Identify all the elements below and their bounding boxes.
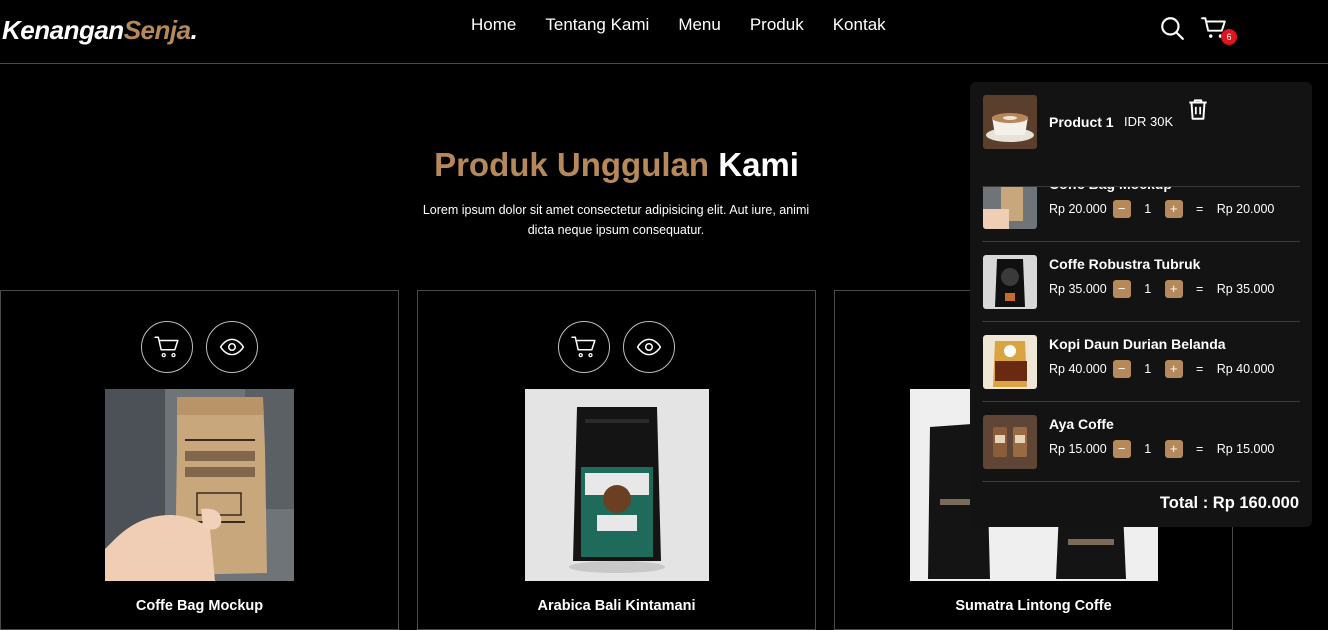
cart-item-featured: Product 1 IDR 30K <box>982 82 1300 187</box>
decrease-qty-button[interactable]: − <box>1112 280 1131 298</box>
equals-sign: = <box>1196 282 1204 296</box>
cart-count-badge: 6 <box>1221 29 1237 45</box>
add-to-cart-button[interactable] <box>558 321 610 373</box>
cart-icon <box>571 336 596 358</box>
brand-dot: . <box>190 15 198 45</box>
increase-qty-button[interactable]: + <box>1164 200 1183 218</box>
cart-item-subtotal: Rp 15.000 <box>1216 442 1275 456</box>
cart-item-price: IDR 30K <box>1124 114 1174 129</box>
search-icon[interactable] <box>1159 15 1185 41</box>
cart-item-price: Rp 40.000 <box>1049 362 1107 376</box>
cart-item-thumbnail <box>983 415 1037 469</box>
product-name: Arabica Bali Kintamani <box>537 598 696 614</box>
product-name: Sumatra Lintong Coffe <box>955 598 1112 614</box>
cart-item-thumbnail <box>983 95 1037 149</box>
increase-qty-button[interactable]: + <box>1164 280 1183 298</box>
view-detail-button[interactable] <box>623 321 675 373</box>
product-card: Coffe Bag Mockup <box>0 290 399 630</box>
product-name: Coffe Bag Mockup <box>135 598 264 614</box>
cart-item-price-line: Rp 35.000 − 1 + = Rp 35.000 <box>1049 280 1274 298</box>
cart-item: Coffe Robustra Tubruk Rp 35.000 − 1 + = … <box>982 242 1300 322</box>
brand-name-accent: Senja <box>123 15 191 45</box>
equals-sign: = <box>1196 362 1204 376</box>
decrease-qty-button[interactable]: − <box>1112 200 1131 218</box>
nav-link-kontak[interactable]: Kontak <box>833 15 886 35</box>
decrease-qty-button[interactable]: − <box>1112 440 1131 458</box>
cart-item-price: Rp 15.000 <box>1049 442 1107 456</box>
cart-item: Kopi Daun Durian Belanda Rp 40.000 − 1 +… <box>982 322 1300 402</box>
cart-item-price-line: Rp 20.000 − 1 + = Rp 20.000 <box>1049 200 1274 218</box>
cart-item-price: Rp 20.000 <box>1049 202 1107 216</box>
cart-item-qty: 1 <box>1144 202 1152 216</box>
increase-qty-button[interactable]: + <box>1164 440 1183 458</box>
eye-icon <box>636 338 662 356</box>
cart-item-name: Aya Coffe <box>1049 416 1114 432</box>
cart-item-subtotal: Rp 40.000 <box>1216 362 1275 376</box>
cart-item-name: Kopi Daun Durian Belanda <box>1049 336 1226 352</box>
cart-item-qty: 1 <box>1144 282 1152 296</box>
shopping-cart-panel: Coffe Bag Mockup Rp 20.000 − 1 + = Rp 20… <box>970 82 1312 527</box>
cart-item-qty: 1 <box>1144 362 1152 376</box>
nav-link-produk[interactable]: Produk <box>750 15 804 35</box>
cart-item-thumbnail <box>983 335 1037 389</box>
brand-name-main: Kenangan <box>2 15 124 45</box>
brand-logo[interactable]: KenanganSenja. <box>2 15 198 46</box>
cart-item: Aya Coffe Rp 15.000 − 1 + = Rp 15.000 <box>982 402 1300 482</box>
product-image <box>525 389 709 581</box>
eye-icon <box>219 338 245 356</box>
cart-item-qty: 1 <box>1144 442 1152 456</box>
navbar: KenanganSenja. Home Tentang Kami Menu Pr… <box>0 0 1328 64</box>
cart-item-subtotal: Rp 35.000 <box>1216 282 1275 296</box>
nav-links: Home Tentang Kami Menu Produk Kontak <box>471 15 886 35</box>
nav-link-menu[interactable]: Menu <box>678 15 721 35</box>
cart-total: Total : Rp 160.000 <box>1159 494 1299 512</box>
decrease-qty-button[interactable]: − <box>1112 360 1131 378</box>
product-card: Arabica Bali Kintamani <box>417 290 816 630</box>
section-description: Lorem ipsum dolor sit amet consectetur a… <box>422 203 810 237</box>
cart-item-price-line: Rp 15.000 − 1 + = Rp 15.000 <box>1049 440 1274 458</box>
cart-item-name: Coffe Robustra Tubruk <box>1049 256 1201 272</box>
section-title-accent: Produk Unggulan <box>434 146 710 183</box>
increase-qty-button[interactable]: + <box>1164 360 1183 378</box>
cart-item-subtotal: Rp 20.000 <box>1216 202 1275 216</box>
cart-item-price-line: Rp 40.000 − 1 + = Rp 40.000 <box>1049 360 1274 378</box>
add-to-cart-button[interactable] <box>141 321 193 373</box>
equals-sign: = <box>1196 202 1204 216</box>
cart-item-thumbnail <box>983 255 1037 309</box>
nav-link-tentang-kami[interactable]: Tentang Kami <box>545 15 649 35</box>
equals-sign: = <box>1196 442 1204 456</box>
cart-icon <box>154 336 179 358</box>
trash-icon[interactable] <box>1185 96 1211 122</box>
section-title-main: Kami <box>718 146 799 183</box>
product-image <box>105 389 294 581</box>
cart-item-price: Rp 35.000 <box>1049 282 1107 296</box>
nav-link-home[interactable]: Home <box>471 15 516 35</box>
cart-item-name: Product 1 <box>1049 114 1114 130</box>
view-detail-button[interactable] <box>206 321 258 373</box>
